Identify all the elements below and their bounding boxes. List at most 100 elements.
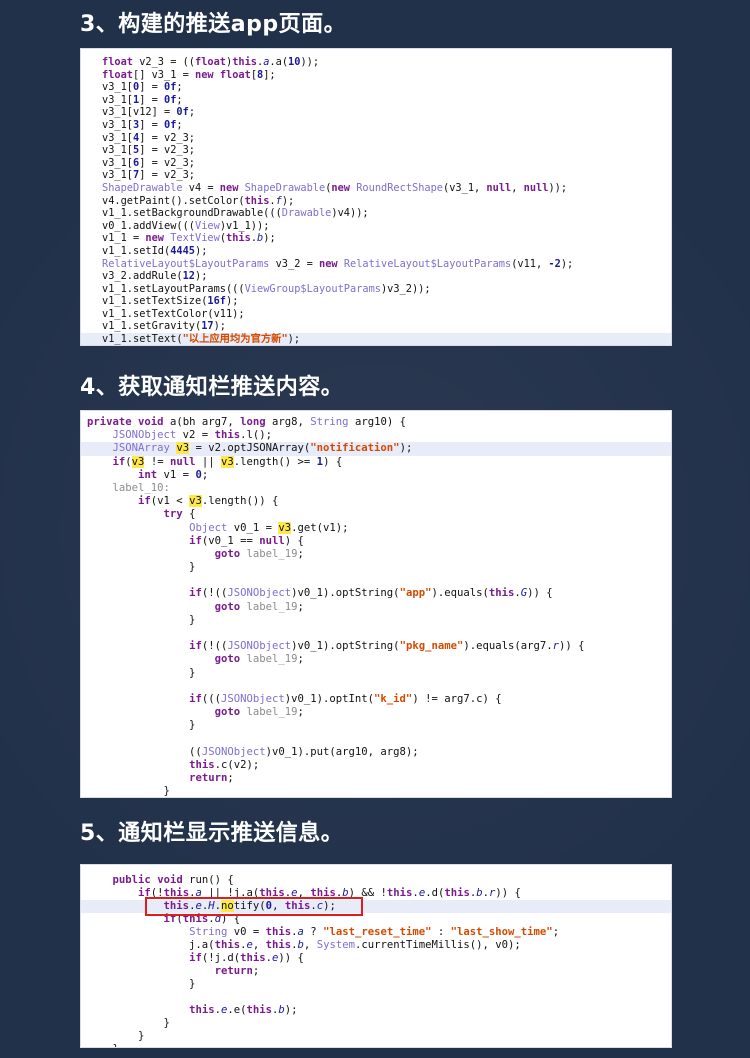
code-token: -2 bbox=[548, 257, 561, 270]
code-token: ).equals( bbox=[431, 587, 489, 600]
code-token: float bbox=[102, 68, 133, 81]
code-line: if(v1 < v3.length()) { bbox=[87, 495, 671, 508]
code-token: null bbox=[523, 181, 549, 194]
code-token: v3_1[ bbox=[102, 156, 133, 169]
code-token: if bbox=[189, 692, 202, 705]
code-token: .e( bbox=[227, 1004, 247, 1016]
code-token: ); bbox=[560, 257, 574, 270]
code-token: v1_1.setText( bbox=[102, 333, 183, 346]
code-token: new bbox=[145, 232, 165, 245]
code-token: "last_show_time" bbox=[450, 926, 553, 938]
code-token: 17 bbox=[201, 320, 214, 333]
code-token: Drawable bbox=[281, 207, 332, 220]
code-token: (v0_1 == bbox=[201, 534, 260, 547]
code-token: } bbox=[87, 785, 170, 798]
code-token: ] = v2_3; bbox=[139, 156, 195, 169]
code-token: (( bbox=[87, 745, 202, 758]
code-token: this bbox=[214, 939, 241, 951]
code-token: if bbox=[138, 495, 151, 508]
code-token: new bbox=[195, 68, 214, 81]
code-token: ).equals(arg7. bbox=[463, 640, 553, 653]
code-token: ; bbox=[552, 926, 560, 938]
code-line: v1_1.setTextColor(v11); bbox=[102, 308, 671, 321]
code-token: View bbox=[195, 219, 220, 232]
code-token: null bbox=[259, 534, 285, 547]
code-token: ); bbox=[213, 320, 227, 333]
code-token: ); bbox=[195, 244, 208, 257]
code-token: this bbox=[246, 1004, 273, 1016]
code-token: TextView bbox=[170, 232, 220, 245]
code-line: JSONObject v2 = this.l(); bbox=[87, 429, 671, 442]
code-token: (!j.d( bbox=[201, 952, 241, 964]
code-line: v1_1.setText("以上应用均为官方新"); bbox=[81, 333, 671, 346]
code-token: Object bbox=[189, 521, 228, 534]
code-token: 10 bbox=[288, 56, 301, 68]
code-token: v3 bbox=[189, 495, 202, 508]
code-token: )) { bbox=[495, 887, 521, 899]
code-token: String bbox=[189, 926, 228, 938]
code-token: v1_1.setLayoutParams((( bbox=[102, 282, 245, 295]
code-line: } bbox=[87, 1043, 671, 1047]
code-token: v1_1.setGravity( bbox=[102, 320, 202, 333]
code-line: goto label_19; bbox=[87, 706, 671, 719]
code-token: v3 bbox=[220, 455, 234, 468]
code-token: .length()) { bbox=[201, 495, 279, 508]
code-token: )v0_1).put(arg10, arg8); bbox=[265, 745, 419, 758]
code-token: )v0_1).optString( bbox=[291, 640, 400, 653]
code-line: v3_1[4] = v2_3; bbox=[102, 132, 671, 145]
code-token: v1_1.setId( bbox=[102, 244, 171, 257]
code-line: v1_1.setLayoutParams(((ViewGroup$LayoutP… bbox=[102, 283, 671, 296]
code-token: JSONObject bbox=[227, 587, 292, 600]
code-token: this bbox=[214, 429, 241, 442]
code-token: arg10) { bbox=[348, 416, 406, 428]
code-token: String bbox=[310, 416, 349, 428]
code-token: "notification" bbox=[310, 442, 400, 455]
code-token: RelativeLayout$LayoutParams bbox=[343, 257, 512, 270]
code-line: v3_1[0] = 0f; bbox=[102, 81, 671, 94]
code-token: ); bbox=[287, 333, 301, 346]
code-token: ViewGroup$LayoutParams bbox=[244, 282, 381, 295]
code-token: .length() >= bbox=[233, 455, 317, 468]
code-token: v4.getPaint().setColor( bbox=[102, 194, 245, 207]
code-token: ( bbox=[125, 455, 132, 468]
code-line: if(!j.d(this.e)) { bbox=[87, 952, 671, 965]
code-line: RelativeLayout$LayoutParams v3_2 = new R… bbox=[102, 258, 671, 271]
code-panel-fetch-content: private void a(bh arg7, long arg8, Strin… bbox=[80, 410, 672, 798]
code-token: ; bbox=[297, 653, 304, 666]
code-token: (v3_1, bbox=[443, 181, 487, 194]
code-token: ShapeDrawable bbox=[244, 181, 326, 194]
code-token: return bbox=[214, 965, 253, 977]
code-line: v1_1.setBackgroundDrawable(((Drawable)v4… bbox=[102, 207, 671, 220]
section-3-heading: 3、构建的推送app页面。 bbox=[80, 12, 347, 37]
code-token: 4445 bbox=[170, 244, 196, 257]
code-token: v1 = bbox=[157, 468, 196, 481]
code-token: System bbox=[316, 939, 355, 951]
code-block: float v2_3 = ((float)this.a.a(10)); float… bbox=[81, 49, 671, 346]
code-line: } bbox=[87, 719, 671, 732]
code-token: )v0_1).optInt( bbox=[284, 692, 375, 705]
code-token: this bbox=[265, 939, 292, 951]
code-line: v3_1[3] = 0f; bbox=[102, 119, 671, 132]
code-line: JSONArray v3 = v2.optJSONArray("notifica… bbox=[81, 442, 671, 456]
code-line: v3_1[7] = v2_3; bbox=[102, 169, 671, 182]
code-token: a(bh arg7, bbox=[163, 416, 241, 428]
code-token: ; bbox=[176, 93, 183, 106]
code-token: if bbox=[189, 587, 202, 600]
code-token: v3_1[ bbox=[102, 93, 133, 106]
code-line: float[] v3_1 = new float[8]; bbox=[102, 69, 671, 82]
code-token: v1_1 = bbox=[102, 232, 146, 245]
code-line: } bbox=[87, 561, 671, 574]
code-line: v4.getPaint().setColor(this.f); bbox=[102, 195, 671, 208]
code-token: ); bbox=[284, 1004, 298, 1016]
code-token: { bbox=[182, 508, 196, 521]
code-token: 0f bbox=[164, 93, 177, 106]
code-line: float v2_3 = ((float)this.a.a(10)); bbox=[102, 56, 671, 69]
code-token: JSONObject bbox=[227, 640, 292, 653]
code-token: v1_1.setBackgroundDrawable((( bbox=[102, 207, 282, 220]
